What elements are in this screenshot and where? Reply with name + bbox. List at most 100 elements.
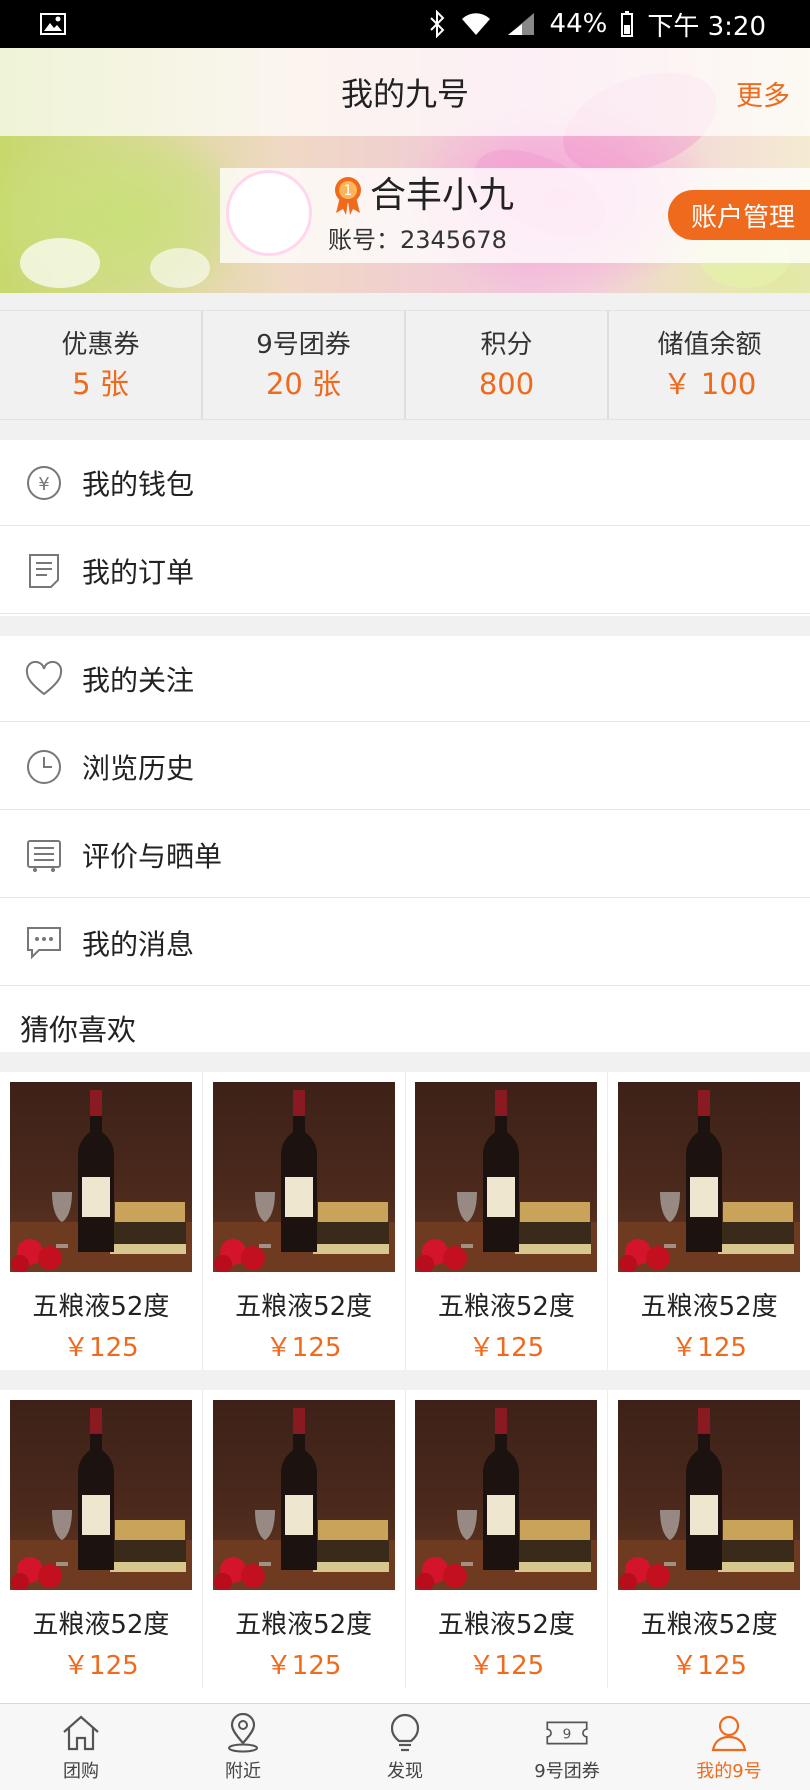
review-list-icon: [24, 835, 64, 875]
svg-text:1: 1: [344, 183, 353, 199]
menu-item-reviews[interactable]: 评价与晒单: [0, 812, 810, 898]
person-icon: [707, 1711, 751, 1755]
product-name: 五粮液52度: [235, 1610, 373, 1640]
stat-value: ￥ 100: [662, 367, 757, 401]
order-list-icon: [24, 551, 64, 591]
account-manage-button[interactable]: 账户管理: [668, 190, 810, 240]
menu-label: 评价与晒单: [82, 839, 223, 873]
product-card[interactable]: 五粮液52度 ￥125: [406, 1390, 609, 1688]
stat-value: 800: [478, 367, 535, 401]
bottom-tab-bar: 团购 附近 发现 9 9号团券 我的9号: [0, 1703, 810, 1790]
product-price: ￥125: [63, 1333, 139, 1363]
product-card[interactable]: 五粮液52度 ￥125: [406, 1072, 609, 1370]
chat-bubble-icon: [24, 923, 64, 963]
menu-item-favorites[interactable]: 我的关注: [0, 636, 810, 722]
heart-icon: [24, 659, 64, 699]
stat-label: 9号团券: [256, 330, 351, 360]
menu-item-wallet[interactable]: ¥ 我的钱包: [0, 440, 810, 526]
menu-label: 浏览历史: [82, 751, 195, 785]
image-notification-icon: [40, 12, 428, 36]
title-bar: 我的九号 更多: [0, 48, 810, 136]
lightbulb-icon: [383, 1711, 427, 1755]
tab-nearby[interactable]: 附近: [162, 1704, 324, 1790]
divider: [0, 293, 810, 310]
bluetooth-icon: [428, 10, 446, 38]
stat-label: 优惠券: [61, 330, 140, 360]
product-price: ￥125: [265, 1333, 342, 1363]
section-title-recommend: 猜你喜欢: [20, 1013, 137, 1047]
product-name: 五粮液52度: [640, 1610, 778, 1640]
yen-coin-icon: ¥: [24, 463, 64, 503]
product-row: 五粮液52度 ￥125 五粮液52度 ￥125 五粮液52度 ￥125 五粮液5…: [0, 1072, 810, 1370]
product-name: 五粮液52度: [640, 1292, 778, 1322]
divider: [0, 420, 810, 440]
tab-tickets[interactable]: 9 9号团券: [486, 1704, 648, 1790]
product-image: [618, 1082, 801, 1272]
product-card[interactable]: 五粮液52度 ￥125: [0, 1390, 203, 1688]
menu-label: 我的订单: [82, 555, 195, 589]
stat-label: 积分: [480, 330, 533, 360]
product-price: ￥125: [671, 1651, 747, 1681]
menu-label: 我的钱包: [82, 467, 195, 501]
product-name: 五粮液52度: [32, 1292, 170, 1322]
product-price: ￥125: [468, 1333, 545, 1363]
tab-discover[interactable]: 发现: [324, 1704, 486, 1790]
divider: [0, 616, 810, 636]
stat-group-tickets[interactable]: 9号团券 20 张: [203, 311, 406, 419]
product-card[interactable]: 五粮液52度 ￥125: [0, 1072, 203, 1370]
product-card[interactable]: 五粮液52度 ￥125: [608, 1390, 810, 1688]
svg-text:9: 9: [563, 1726, 572, 1742]
tab-group-buy[interactable]: 团购: [0, 1704, 162, 1790]
stat-points[interactable]: 积分 800: [406, 311, 609, 419]
stat-coupons[interactable]: 优惠券 5 张: [0, 311, 203, 419]
divider: [0, 1052, 810, 1072]
product-price: ￥125: [671, 1333, 747, 1363]
battery-icon: [621, 11, 634, 37]
stats-bar: 优惠券 5 张 9号团券 20 张 积分 800 储值余额 ￥ 100: [0, 310, 810, 420]
stat-value: 5 张: [72, 367, 129, 401]
product-image: [618, 1400, 801, 1590]
product-price: ￥125: [468, 1651, 545, 1681]
product-image: [415, 1082, 598, 1272]
product-name: 五粮液52度: [437, 1610, 575, 1640]
profile-header: 我的九号 更多 1 合丰小九 账号：2345678 账户管理: [0, 48, 810, 293]
menu-label: 我的关注: [82, 663, 195, 697]
status-bar: 44% 下午 3:20: [0, 0, 810, 48]
page-title: 我的九号: [340, 75, 469, 113]
product-row: 五粮液52度 ￥125 五粮液52度 ￥125 五粮液52度 ￥125 五粮液5…: [0, 1390, 810, 1688]
product-card[interactable]: 五粮液52度 ￥125: [203, 1072, 406, 1370]
product-name: 五粮液52度: [32, 1610, 170, 1640]
product-price: ￥125: [265, 1651, 342, 1681]
menu-item-orders[interactable]: 我的订单: [0, 528, 810, 614]
product-image: [212, 1400, 395, 1590]
location-pin-icon: [221, 1711, 265, 1755]
stat-balance[interactable]: 储值余额 ￥ 100: [609, 311, 810, 419]
stat-label: 储值余额: [657, 330, 762, 360]
level-badge-icon: 1: [330, 175, 366, 215]
menu-label: 我的消息: [82, 927, 195, 961]
clock: 下午 3:20: [647, 11, 766, 42]
menu-item-messages[interactable]: 我的消息: [0, 900, 810, 986]
product-price: ￥125: [63, 1651, 139, 1681]
ticket-icon: 9: [545, 1711, 589, 1755]
tab-label: 9号团券: [534, 1761, 600, 1782]
product-card[interactable]: 五粮液52度 ￥125: [203, 1390, 406, 1688]
menu-item-history[interactable]: 浏览历史: [0, 724, 810, 810]
clock-icon: [24, 747, 64, 787]
product-image: [212, 1082, 395, 1272]
wifi-icon: [460, 11, 492, 37]
product-image: [9, 1400, 192, 1590]
tab-label: 发现: [387, 1761, 423, 1782]
tab-label: 团购: [63, 1761, 99, 1782]
avatar[interactable]: [226, 170, 312, 256]
product-name: 五粮液52度: [235, 1292, 373, 1322]
signal-icon: [506, 11, 536, 37]
product-image: [415, 1400, 598, 1590]
battery-level: 44%: [549, 9, 608, 39]
divider: [0, 1370, 810, 1390]
product-card[interactable]: 五粮液52度 ￥125: [608, 1072, 810, 1370]
more-button[interactable]: 更多: [736, 74, 790, 113]
product-image: [9, 1082, 192, 1272]
tab-my9[interactable]: 我的9号: [648, 1704, 810, 1790]
svg-text:¥: ¥: [38, 474, 49, 495]
